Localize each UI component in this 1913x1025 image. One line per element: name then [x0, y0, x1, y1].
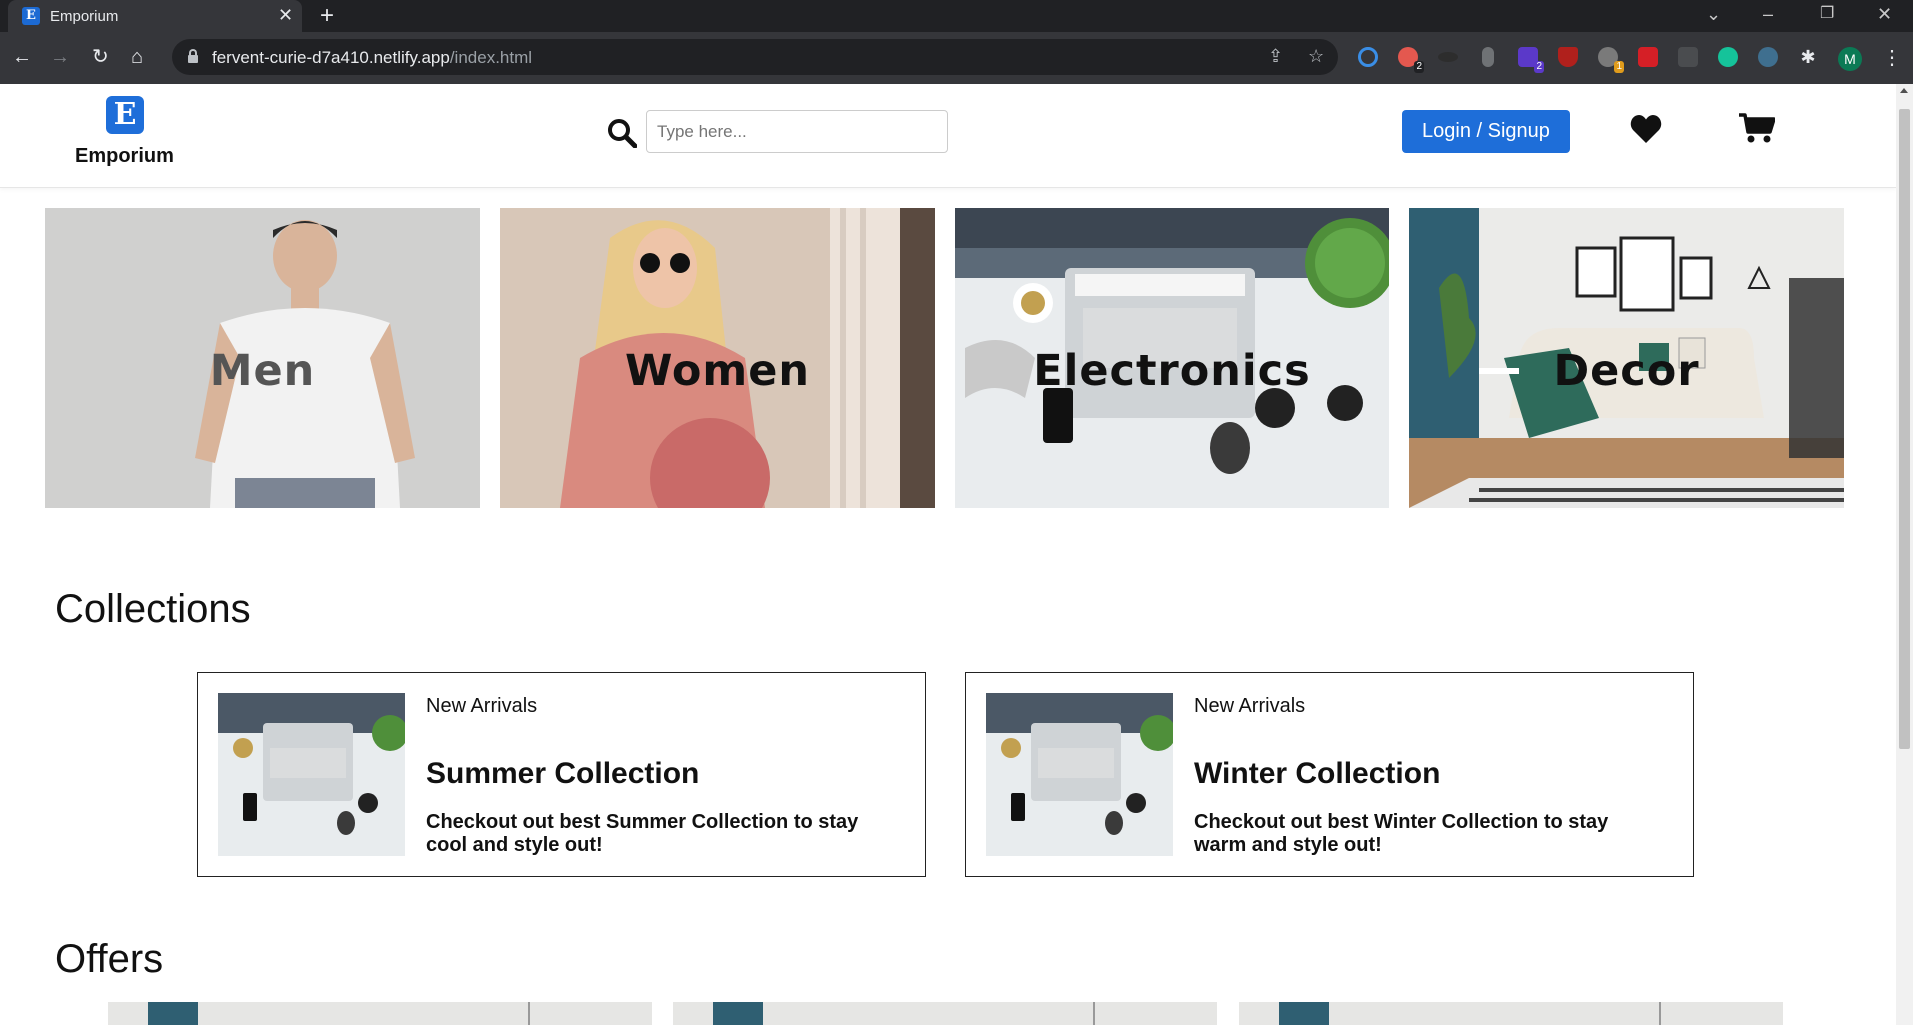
collection-thumbnail — [218, 693, 405, 856]
offer-image — [673, 1002, 1217, 1025]
offer-card[interactable] — [1239, 1002, 1783, 1025]
window-close-icon[interactable]: ✕ — [1877, 2, 1892, 26]
login-signup-button[interactable]: Login / Signup — [1402, 110, 1570, 153]
browser-toolbar: ← → ↻ ⌂ fervent-curie-d7a410.netlify.app… — [0, 32, 1913, 84]
new-tab-plus-icon[interactable]: + — [320, 3, 334, 29]
category-label: Men — [209, 346, 316, 396]
extension-bottle-icon[interactable] — [1482, 47, 1494, 67]
kebab-menu-icon[interactable]: ⋮ — [1882, 46, 1902, 70]
url-host: fervent-curie-d7a410.netlify.app — [212, 48, 450, 67]
profile-avatar[interactable]: M — [1838, 47, 1862, 71]
collection-card-summer[interactable]: New Arrivals Summer Collection Checkout … — [197, 672, 926, 877]
search-input[interactable] — [646, 110, 948, 153]
tab-search-chevron-icon[interactable]: ⌄ — [1706, 2, 1721, 26]
home-icon[interactable]: ⌂ — [131, 45, 143, 69]
extension-lens-icon[interactable] — [1358, 47, 1378, 67]
category-card-decor[interactable]: Decor — [1409, 208, 1844, 508]
back-arrow-icon[interactable]: ← — [12, 45, 32, 69]
offer-image — [108, 1002, 652, 1025]
category-label: Electronics — [1033, 346, 1311, 396]
extension-glasses-icon[interactable] — [1758, 47, 1778, 67]
page-scrollbar[interactable] — [1896, 84, 1913, 1025]
extension-badge: 2 — [1414, 61, 1424, 73]
heart-wishlist-icon[interactable] — [1630, 114, 1662, 144]
puzzle-extensions-icon[interactable]: ✱ — [1798, 47, 1818, 67]
category-card-women[interactable]: Women — [500, 208, 935, 508]
collection-kicker: New Arrivals — [426, 695, 538, 717]
collection-thumbnail — [986, 693, 1173, 856]
category-row: Men Women Electronics Decor — [0, 208, 1896, 508]
category-label: Decor — [1553, 346, 1700, 396]
browser-tabbar: E Emporium ✕ + ⌄ – ❐ ✕ — [0, 0, 1913, 32]
extension-badge: 1 — [1614, 61, 1624, 73]
collections-heading: Collections — [55, 587, 251, 631]
browser-tab[interactable]: E Emporium ✕ — [8, 0, 302, 32]
collection-description: Checkout out best Winter Collection to s… — [1194, 811, 1609, 856]
emporium-favicon-icon: E — [22, 7, 40, 25]
minimize-icon[interactable]: – — [1763, 2, 1773, 26]
extension-ublock-icon[interactable] — [1558, 47, 1578, 67]
collection-title: Winter Collection — [1194, 757, 1441, 790]
extension-grid-icon[interactable] — [1678, 47, 1698, 67]
brand-name[interactable]: Emporium — [75, 145, 174, 168]
tab-title: Emporium — [50, 8, 119, 25]
collection-description: Checkout out best Summer Collection to s… — [426, 811, 859, 856]
search-icon[interactable] — [607, 118, 637, 148]
extension-dots-icon[interactable]: 2 — [1398, 47, 1424, 73]
extension-hat-icon[interactable] — [1438, 52, 1458, 62]
collection-card-winter[interactable]: New Arrivals Winter Collection Checkout … — [965, 672, 1694, 877]
star-bookmark-icon[interactable]: ☆ — [1308, 46, 1324, 67]
extension-badge: 2 — [1534, 61, 1544, 73]
address-bar[interactable]: fervent-curie-d7a410.netlify.app/index.h… — [172, 39, 1338, 75]
extension-purple-icon[interactable]: 2 — [1518, 47, 1544, 73]
restore-icon[interactable]: ❐ — [1820, 2, 1834, 26]
cart-icon[interactable] — [1739, 112, 1775, 144]
forward-arrow-icon[interactable]: → — [50, 45, 70, 69]
url-path: /index.html — [449, 48, 533, 67]
share-icon[interactable]: ⇪ — [1268, 46, 1283, 67]
category-card-electronics[interactable]: Electronics — [955, 208, 1389, 508]
offer-card[interactable] — [108, 1002, 652, 1025]
page-viewport: E Emporium Login / Signup — [0, 84, 1896, 1025]
offers-heading: Offers — [55, 937, 164, 981]
extension-eye-icon[interactable]: 1 — [1598, 47, 1624, 73]
category-label: Women — [624, 346, 811, 396]
url-text: fervent-curie-d7a410.netlify.app/index.h… — [212, 48, 532, 68]
extension-s-icon[interactable] — [1638, 47, 1658, 67]
site-header: E Emporium Login / Signup — [0, 84, 1896, 188]
emporium-logo-icon[interactable]: E — [106, 96, 144, 134]
offer-image — [1239, 1002, 1783, 1025]
close-icon[interactable]: ✕ — [278, 5, 293, 25]
collection-kicker: New Arrivals — [1194, 695, 1306, 717]
grammarly-icon[interactable] — [1718, 47, 1738, 67]
category-card-men[interactable]: Men — [45, 208, 480, 508]
collection-title: Summer Collection — [426, 757, 700, 790]
scrollbar-thumb[interactable] — [1899, 109, 1910, 749]
reload-icon[interactable]: ↻ — [92, 45, 109, 69]
lock-icon — [188, 49, 198, 63]
scroll-up-arrow-icon[interactable] — [1900, 88, 1908, 93]
offer-card[interactable] — [673, 1002, 1217, 1025]
